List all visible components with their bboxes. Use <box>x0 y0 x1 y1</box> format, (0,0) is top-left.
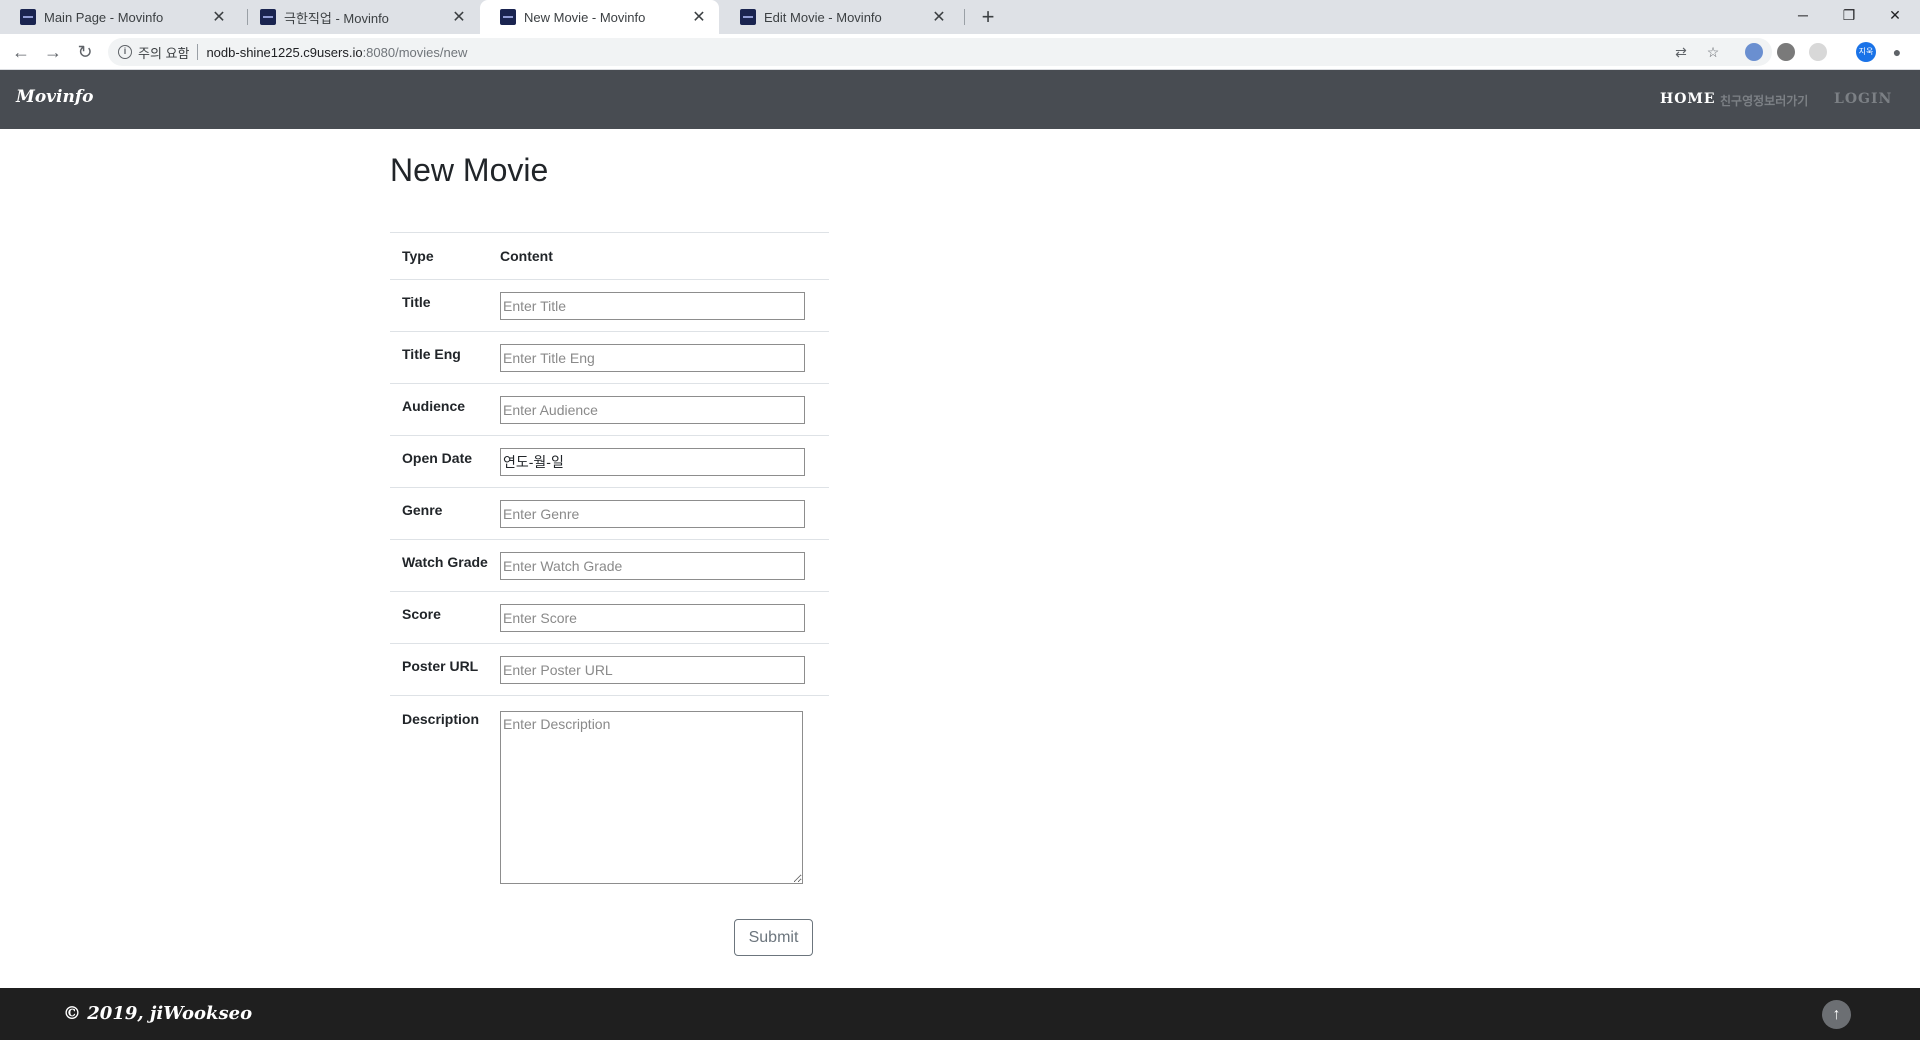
tab-movie-detail[interactable]: 극한직업 - Movinfo ✕ <box>240 0 479 34</box>
extension-icon[interactable] <box>1809 43 1827 61</box>
table-row: Watch Grade <box>390 539 829 591</box>
nav-login[interactable]: LOGIN <box>1834 91 1892 107</box>
maximize-button[interactable]: ❐ <box>1826 0 1872 30</box>
field-label-poster-url: Poster URL <box>402 658 479 674</box>
column-header-content: Content <box>500 248 553 264</box>
field-label-title: Title <box>402 294 431 310</box>
description-textarea[interactable] <box>500 711 803 884</box>
back-button[interactable]: ← <box>8 39 34 65</box>
url-path: :8080/movies/new <box>362 44 468 60</box>
new-movie-form: Type Content Title Title Eng Audience Op… <box>390 232 829 905</box>
field-label-genre: Genre <box>402 502 443 518</box>
forward-button[interactable]: → <box>40 39 66 65</box>
nav-home[interactable]: HOME <box>1660 91 1716 107</box>
browser-toolbar: ← → ↻ i 주의 요함 nodb-shine1225.c9users.io … <box>0 34 1920 70</box>
tab-title: Main Page - Movinfo <box>44 9 164 25</box>
field-label-title-eng: Title Eng <box>402 346 461 362</box>
site-favicon-icon <box>260 9 276 25</box>
table-row: Genre <box>390 487 829 539</box>
open-date-input[interactable] <box>500 448 805 476</box>
close-window-button[interactable]: ✕ <box>1872 0 1918 30</box>
table-header-row: Type Content <box>390 232 829 279</box>
security-warning[interactable]: 주의 요함 <box>138 43 189 62</box>
field-label-score: Score <box>402 606 441 622</box>
site-favicon-icon <box>500 9 516 25</box>
title-input[interactable] <box>500 292 805 320</box>
bookmark-star-icon[interactable]: ☆ <box>1704 43 1722 61</box>
title-eng-input[interactable] <box>500 344 805 372</box>
profile-avatar[interactable]: 지욱 <box>1856 42 1876 62</box>
tab-main-page[interactable]: Main Page - Movinfo ✕ <box>0 0 239 34</box>
address-bar[interactable]: i 주의 요함 nodb-shine1225.c9users.io :8080/… <box>108 38 1772 66</box>
column-header-type: Type <box>402 248 434 264</box>
field-label-watch-grade: Watch Grade <box>402 554 488 570</box>
new-tab-button[interactable]: + <box>975 4 1001 30</box>
tab-edit-movie[interactable]: Edit Movie - Movinfo ✕ <box>720 0 959 34</box>
tab-new-movie[interactable]: New Movie - Movinfo ✕ <box>480 0 719 34</box>
info-icon[interactable]: i <box>118 45 132 59</box>
tab-close-icon[interactable]: ✕ <box>209 7 229 27</box>
tab-title: 극한직업 - Movinfo <box>284 10 389 26</box>
submit-button[interactable]: Submit <box>734 919 813 956</box>
omnibox-divider <box>197 44 199 60</box>
table-row: Score <box>390 591 829 643</box>
field-label-description: Description <box>402 711 480 727</box>
table-row: Poster URL <box>390 643 829 695</box>
genre-input[interactable] <box>500 500 805 528</box>
chrome-update-icon[interactable]: ● <box>1888 43 1906 61</box>
copyright-text: © 2019, jiWookseo <box>63 1003 253 1024</box>
audience-input[interactable] <box>500 396 805 424</box>
site-favicon-icon <box>740 9 756 25</box>
tab-title: New Movie - Movinfo <box>524 9 646 25</box>
watch-grade-input[interactable] <box>500 552 805 580</box>
tab-separator <box>964 9 965 25</box>
translate-icon[interactable]: ⇄ <box>1672 43 1690 61</box>
minimize-button[interactable]: ─ <box>1780 0 1826 30</box>
site-navbar: Movinfo HOME 친구영정보러가기 LOGIN <box>0 70 1920 129</box>
poster-url-input[interactable] <box>500 656 805 684</box>
nav-friends[interactable]: 친구영정보러가기 <box>1720 92 1808 109</box>
scroll-top-button[interactable]: ↑ <box>1822 1000 1851 1029</box>
score-input[interactable] <box>500 604 805 632</box>
table-row: Title Eng <box>390 331 829 383</box>
table-row: Open Date <box>390 435 829 487</box>
tab-close-icon[interactable]: ✕ <box>929 7 949 27</box>
tab-close-icon[interactable]: ✕ <box>449 7 469 27</box>
tab-strip: Main Page - Movinfo ✕ 극한직업 - Movinfo ✕ N… <box>0 0 1920 34</box>
table-row: Title <box>390 279 829 331</box>
site-favicon-icon <box>20 9 36 25</box>
site-footer: © 2019, jiWookseo ↑ <box>0 988 1920 1040</box>
reload-button[interactable]: ↻ <box>72 39 98 65</box>
extension-icon[interactable] <box>1777 43 1795 61</box>
tab-title: Edit Movie - Movinfo <box>764 9 882 25</box>
field-label-audience: Audience <box>402 398 466 414</box>
url-host: nodb-shine1225.c9users.io <box>206 44 363 60</box>
page-title: New Movie <box>390 152 549 188</box>
brand-logo[interactable]: Movinfo <box>16 87 94 107</box>
field-label-open-date: Open Date <box>402 450 473 466</box>
table-row: Audience <box>390 383 829 435</box>
table-row: Description <box>390 695 829 905</box>
tab-close-icon[interactable]: ✕ <box>689 7 709 27</box>
extension-icon[interactable] <box>1745 43 1763 61</box>
